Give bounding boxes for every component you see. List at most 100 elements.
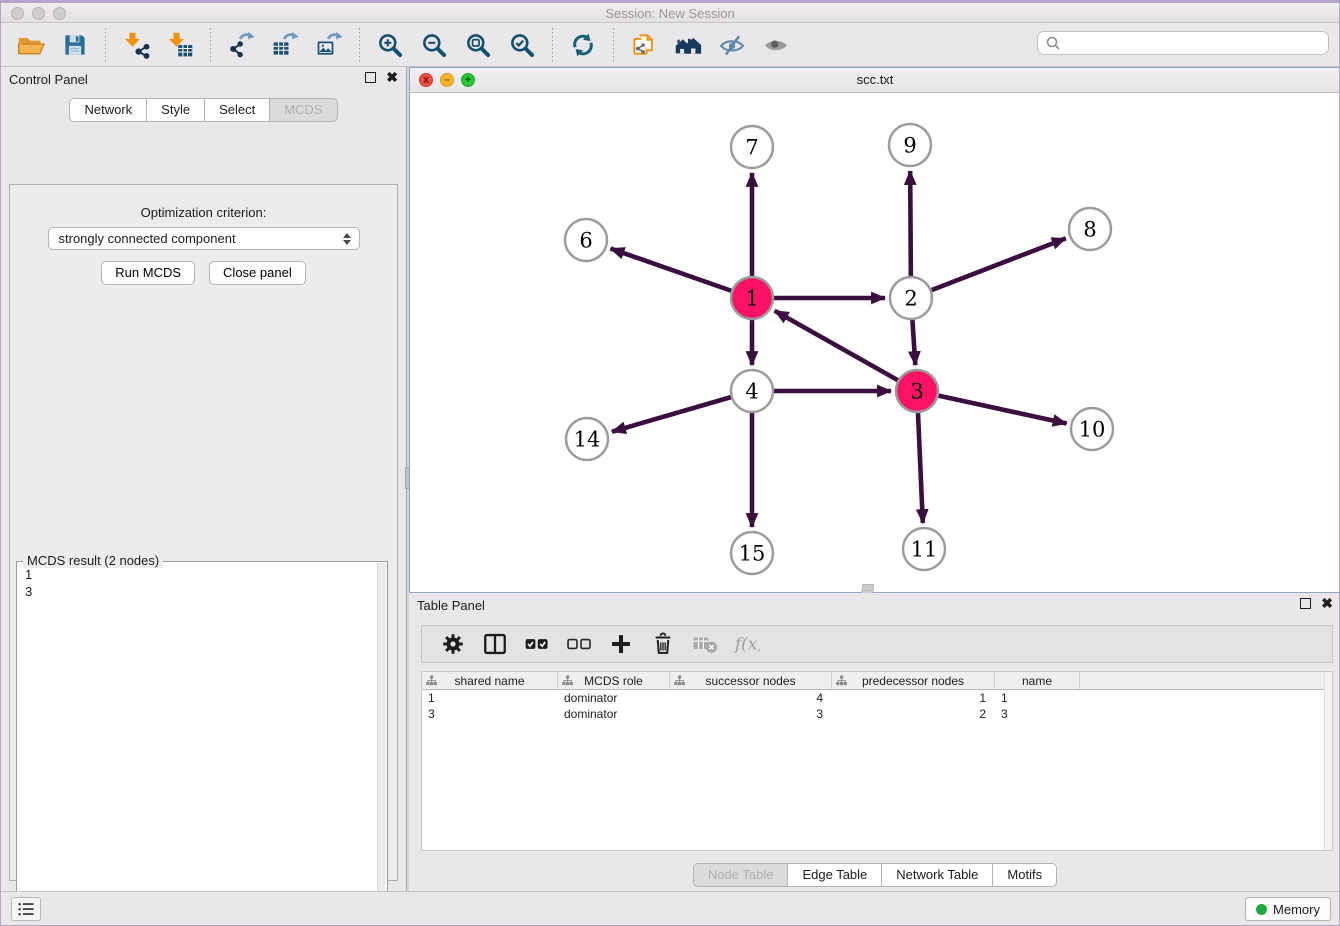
settings-gear-icon[interactable] [438,630,468,658]
deselect-all-checkboxes-icon[interactable] [564,630,594,658]
network-window-titlebar[interactable]: x – + scc.txt [410,68,1340,93]
tab-mcds[interactable]: MCDS [269,98,337,122]
home-icon[interactable] [673,30,703,60]
zoom-selected-icon[interactable] [507,30,537,60]
toolbar-separator [613,28,614,62]
graph-node-2[interactable]: 2 [890,277,932,319]
svg-text:f(x): f(x) [734,635,760,655]
memory-button[interactable]: Memory [1245,897,1331,921]
graph-edge-3-1[interactable] [775,311,898,380]
tab-select[interactable]: Select [204,98,269,122]
table-cell: 4 [670,690,832,706]
import-network-icon[interactable] [121,30,151,60]
table-panel: Table Panel ✖ f(x) shared nameMCDS roles… [409,593,1340,891]
graph-node-6[interactable]: 6 [565,219,607,261]
table-cell: dominator [558,690,670,706]
tab-node-table[interactable]: Node Table [693,863,788,887]
table-cell: dominator [558,706,670,722]
select-all-checkboxes-icon[interactable] [522,630,552,658]
copy-network-icon[interactable] [629,30,659,60]
graph-edge-2-3[interactable] [912,320,915,365]
graph-node-1[interactable]: 1 [731,277,773,319]
column-label: shared name [454,674,524,688]
node-table: shared name MCDS rolesuccessor nodesprede… [421,671,1333,851]
zoom-in-icon[interactable] [375,30,405,60]
graph-edge-2-8[interactable] [932,238,1066,290]
task-history-button[interactable] [11,897,41,921]
table-float-icon[interactable] [1300,598,1311,609]
mcds-result-title: MCDS result (2 nodes) [23,553,163,568]
column-header-shared-name[interactable]: shared name [422,672,558,689]
graph-edge-4-14[interactable] [612,397,731,432]
open-folder-icon[interactable] [16,30,46,60]
graph-node-7[interactable]: 7 [731,126,773,168]
graph-edge-3-10[interactable] [938,396,1066,424]
titlebar: Session: New Session [1,1,1339,23]
save-icon[interactable] [60,30,90,60]
close-panel-icon[interactable]: ✖ [386,72,398,83]
status-bar: Memory [1,891,1339,925]
column-header-MCDS-role[interactable]: MCDS role [558,672,670,689]
export-image-icon[interactable] [314,30,344,60]
network-window-title: scc.txt [410,72,1340,87]
search-input[interactable] [1061,36,1328,51]
network-canvas[interactable]: 7 9 6 8 1 2 4 3 14 10 15 11 [410,93,1340,592]
refresh-icon[interactable] [568,30,598,60]
table-close-icon[interactable]: ✖ [1321,598,1333,609]
graph-node-3[interactable]: 3 [896,370,938,412]
graph-node-8[interactable]: 8 [1069,208,1111,250]
list-icon [16,899,36,919]
add-column-icon[interactable] [606,630,636,658]
graph-node-14[interactable]: 14 [566,418,608,460]
float-panel-icon[interactable] [365,72,376,83]
node-label: 4 [745,380,758,404]
hide-eye-icon[interactable] [717,30,747,60]
column-header-successor-nodes[interactable]: successor nodes [670,672,832,689]
table-scrollbar[interactable] [1324,672,1332,850]
node-label: 15 [739,542,766,566]
zoom-out-icon[interactable] [419,30,449,60]
dropdown-value: strongly connected component [59,231,236,246]
application-window: Session: New Session Control Panel ✖ Net… [0,0,1340,926]
search-box[interactable] [1037,31,1329,55]
column-header-predecessor-nodes[interactable]: predecessor nodes [832,672,995,689]
run-mcds-button[interactable]: Run MCDS [101,261,195,285]
graph-node-4[interactable]: 4 [731,370,773,412]
attribute-tree-icon [562,675,573,686]
node-label: 6 [579,229,592,253]
result-scrollbar[interactable] [377,563,386,926]
import-table-icon[interactable] [165,30,195,60]
export-table-icon[interactable] [270,30,300,60]
tab-motifs[interactable]: Motifs [992,863,1057,887]
graph-edge-2-9[interactable] [910,171,911,276]
table-cell: 1 [832,690,995,706]
control-panel-title: Control Panel [9,72,88,87]
column-header-name[interactable]: name [995,672,1080,689]
tab-edge-table[interactable]: Edge Table [787,863,881,887]
graph-node-11[interactable]: 11 [903,528,945,570]
graph-node-9[interactable]: 9 [889,124,931,166]
graph-edge-1-6[interactable] [611,249,732,291]
mcds-result-line: 1 [25,566,379,583]
graph-node-10[interactable]: 10 [1071,408,1113,450]
graph-edge-3-11[interactable] [918,413,923,523]
node-label: 11 [911,538,938,562]
tab-network-table[interactable]: Network Table [881,863,992,887]
split-columns-icon[interactable] [480,630,510,658]
export-network-icon[interactable] [226,30,256,60]
zoom-fit-icon[interactable] [463,30,493,60]
delete-column-icon[interactable] [648,630,678,658]
close-panel-button[interactable]: Close panel [209,261,306,285]
table-cell: 1 [422,690,558,706]
table-row[interactable]: 1dominator411 [422,690,1332,706]
attribute-tree-icon [836,675,847,686]
optimization-criterion-select[interactable]: strongly connected component [48,227,360,250]
table-row[interactable]: 3dominator323 [422,706,1332,722]
tab-style[interactable]: Style [146,98,204,122]
delete-table-icon [690,630,720,658]
show-eye-icon[interactable] [761,30,791,60]
toolbar-separator [552,28,553,62]
graph-node-15[interactable]: 15 [731,532,773,574]
memory-label: Memory [1273,902,1320,917]
tab-network[interactable]: Network [69,98,146,122]
